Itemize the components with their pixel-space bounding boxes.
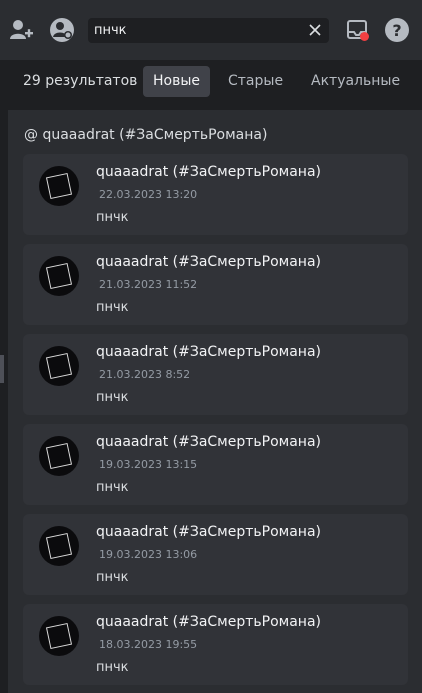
result-item[interactable]: quaaadrat (#ЗаСмертьРомана) 22.03.2023 1… [23,154,408,235]
author-name[interactable]: quaaadrat (#ЗаСмертьРомана) [96,614,321,630]
avatar[interactable] [39,526,79,566]
clear-search-icon[interactable] [307,22,323,38]
message-content: пнчк [96,390,129,405]
message-content: пнчк [96,480,129,495]
avatar[interactable] [39,346,79,386]
search-input[interactable] [94,23,294,38]
scroll-edge [0,355,4,383]
help-icon[interactable]: ? [384,17,410,43]
tab-oldest[interactable]: Старые [218,66,293,97]
author-name[interactable]: quaaadrat (#ЗаСмертьРомана) [96,524,321,540]
inbox-icon[interactable] [345,17,371,43]
avatar[interactable] [39,436,79,476]
result-item[interactable]: quaaadrat (#ЗаСмертьРомана) 18.03.2023 1… [23,604,408,685]
message-content: пнчк [96,210,129,225]
message-content: пнчк [96,300,129,315]
message-timestamp: 21.03.2023 11:52 [99,278,198,291]
message-content: пнчк [96,570,129,585]
message-content: пнчк [96,660,129,675]
members-icon[interactable] [49,17,75,43]
result-item[interactable]: quaaadrat (#ЗаСмертьРомана) 19.03.2023 1… [23,514,408,595]
result-item[interactable]: quaaadrat (#ЗаСмертьРомана) 19.03.2023 1… [23,424,408,505]
author-name[interactable]: quaaadrat (#ЗаСмертьРомана) [96,254,321,270]
message-timestamp: 21.03.2023 8:52 [99,368,191,381]
toolbar: ? [0,0,422,60]
tab-relevant[interactable]: Актуальные [301,66,410,97]
result-item[interactable]: quaaadrat (#ЗаСмертьРомана) 21.03.2023 1… [23,244,408,325]
results-header: 29 результатов Новые Старые Актуальные [8,60,422,110]
search-box[interactable] [88,18,329,43]
message-timestamp: 22.03.2023 13:20 [99,188,198,201]
avatar[interactable] [39,256,79,296]
message-timestamp: 19.03.2023 13:15 [99,458,198,471]
search-results-panel: 29 результатов Новые Старые Актуальные @… [8,60,422,693]
result-item[interactable]: quaaadrat (#ЗаСмертьРомана) 21.03.2023 8… [23,334,408,415]
avatar[interactable] [39,166,79,206]
message-timestamp: 19.03.2023 13:06 [99,548,198,561]
results-count: 29 результатов [23,73,138,89]
author-name[interactable]: quaaadrat (#ЗаСмертьРомана) [96,164,321,180]
avatar[interactable] [39,616,79,656]
message-timestamp: 18.03.2023 19:55 [99,638,198,651]
author-name[interactable]: quaaadrat (#ЗаСмертьРомана) [96,344,321,360]
svg-text:?: ? [392,21,401,40]
author-name[interactable]: quaaadrat (#ЗаСмертьРомана) [96,434,321,450]
tab-newest[interactable]: Новые [143,66,211,97]
channel-header: @ quaaadrat (#ЗаСмертьРомана) [24,127,268,143]
add-friend-icon[interactable] [8,17,34,43]
